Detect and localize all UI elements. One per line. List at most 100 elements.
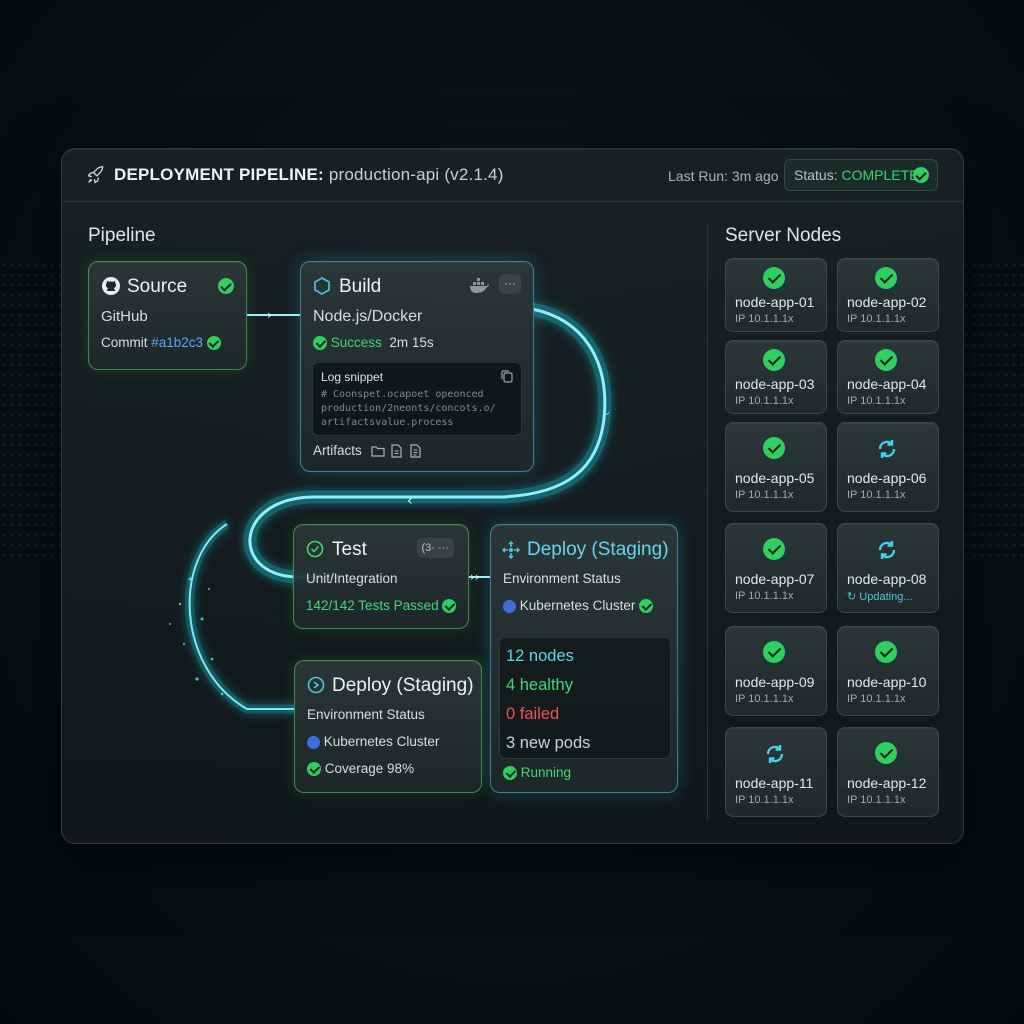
source-title: Source [127, 276, 188, 297]
node-name: node-app-09 [735, 674, 815, 690]
check-icon [503, 766, 517, 781]
node-name: node-app-01 [735, 294, 815, 310]
check-icon [763, 437, 785, 459]
check-icon [218, 278, 234, 294]
deploy-title: Deploy (Staging) [527, 539, 669, 560]
server-node-card[interactable]: node-app-05 IP 10.1.1.1x [725, 422, 827, 512]
status-value: COMPLETE [841, 167, 919, 183]
cluster-line: Kubernetes Cluster [503, 598, 654, 614]
background-pattern [0, 260, 70, 560]
commit-hash-link[interactable]: #a1b2c3 [151, 335, 203, 350]
deployment-pipeline-window: DEPLOYMENT PIPELINE: production-api (v2.… [61, 148, 964, 844]
check-icon [307, 762, 321, 777]
server-node-card[interactable]: node-app-10 IP 10.1.1.1x [837, 626, 939, 716]
network-icon [502, 541, 520, 559]
commit-label: Commit [101, 335, 148, 350]
node-ip: IP 10.1.1.1x [847, 794, 906, 806]
status-text: Status: COMPLETE [794, 167, 919, 183]
healthy-count: 4 healthy [506, 676, 573, 694]
sync-icon [875, 538, 899, 562]
server-node-card[interactable]: node-app-09 IP 10.1.1.1x [725, 626, 827, 716]
build-duration: 2m 15s [389, 335, 434, 350]
server-node-card[interactable]: node-app-07 IP 10.1.1.1x [725, 523, 827, 613]
nodes-count: 12 nodes [506, 647, 574, 665]
file-icon[interactable] [391, 444, 402, 458]
failed-count: 0 failed [506, 705, 560, 723]
check-icon [875, 267, 897, 289]
node-name: node-app-05 [735, 470, 815, 486]
check-icon [313, 336, 327, 351]
test-result: 142/142 Tests Passed [306, 598, 439, 613]
deploy-state: Running [520, 765, 572, 780]
cluster-line: Kubernetes Cluster [307, 734, 439, 749]
deploy-state-line: Running [503, 765, 572, 781]
github-icon [102, 277, 120, 295]
node-name: node-app-06 [847, 470, 927, 486]
node-state-icon [875, 742, 899, 766]
log-snippet-title: Log snippet [321, 370, 384, 384]
node-state-icon [763, 641, 787, 665]
node-ip: IP 10.1.1.1x [847, 395, 906, 407]
source-stage-card[interactable]: Source GitHub Commit #a1b2c3 [88, 261, 247, 370]
build-title: Build [339, 276, 382, 297]
status-badge: Status: COMPLETE [784, 159, 938, 191]
check-icon [763, 641, 785, 663]
server-node-card[interactable]: node-app-12 IP 10.1.1.1x [837, 727, 939, 817]
server-node-card[interactable]: node-app-08 ↻ Updating... [837, 523, 939, 613]
test-title: Test [332, 539, 367, 560]
copy-icon[interactable] [501, 370, 513, 383]
check-icon [875, 641, 897, 663]
deploy-secondary-title: Deploy (Staging) [332, 675, 474, 696]
node-ip: ↻ Updating... [847, 591, 913, 603]
node-name: node-app-08 [847, 571, 927, 587]
test-result-line: 142/142 Tests Passed [306, 598, 457, 614]
document-icon[interactable] [410, 444, 421, 458]
node-ip: IP 10.1.1.1x [847, 489, 906, 501]
artifacts-label: Artifacts [313, 443, 362, 458]
check-icon [206, 336, 221, 351]
commit-line: Commit #a1b2c3 [101, 335, 221, 351]
server-node-card[interactable]: node-app-03 IP 10.1.1.1x [725, 340, 827, 414]
check-icon [913, 167, 929, 183]
node-state-icon [875, 267, 899, 291]
docker-icon [470, 278, 489, 293]
check-icon [875, 742, 897, 764]
sync-icon [875, 437, 899, 461]
server-node-card[interactable]: node-app-11 IP 10.1.1.1x [725, 727, 827, 817]
node-ip: IP 10.1.1.1x [735, 489, 794, 501]
node-ip: IP 10.1.1.1x [735, 313, 794, 325]
check-icon [639, 599, 654, 614]
environment-status-label: Environment Status [307, 707, 425, 722]
more-options-button[interactable]: ··· [499, 274, 521, 294]
build-stage-card[interactable]: Build ··· Node.js/Docker Success 2m 15s … [300, 261, 534, 472]
server-node-card[interactable]: node-app-02 IP 10.1.1.1x [837, 258, 939, 332]
test-stage-card[interactable]: Test (3· ··· Unit/Integration 142/142 Te… [293, 524, 469, 629]
sync-icon [763, 742, 787, 766]
cluster-name: Kubernetes Cluster [519, 598, 636, 613]
svg-text:›: › [267, 308, 272, 322]
server-node-card[interactable]: node-app-06 IP 10.1.1.1x [837, 422, 939, 512]
test-badge: (3· [421, 542, 435, 554]
node-state-icon [763, 538, 787, 562]
node-state-icon [763, 267, 787, 291]
kubernetes-icon [307, 735, 320, 749]
log-snippet-panel: Log snippet # Coonspet.ocapoet opeonced … [312, 362, 522, 436]
package-icon [314, 277, 330, 295]
node-name: node-app-11 [735, 775, 814, 791]
server-nodes-section-title: Server Nodes [725, 225, 842, 246]
log-line: production/2neonts/concots.o/ [321, 403, 496, 414]
deploy-staging-card[interactable]: Deploy (Staging) Environment Status Kube… [490, 524, 678, 793]
node-ip: IP 10.1.1.1x [735, 590, 794, 602]
node-ip: IP 10.1.1.1x [735, 794, 794, 806]
check-icon [442, 599, 457, 614]
test-options-button[interactable]: (3· ··· [416, 538, 454, 558]
log-line: # Coonspet.ocapoet opeonced [321, 389, 484, 400]
folder-icon[interactable] [371, 445, 385, 457]
deploy-icon [307, 676, 325, 694]
deploy-staging-card-secondary[interactable]: Deploy (Staging) Environment Status Kube… [294, 660, 482, 793]
node-name: node-app-04 [847, 376, 927, 392]
server-node-card[interactable]: node-app-01 IP 10.1.1.1x [725, 258, 827, 332]
build-stack: Node.js/Docker [313, 308, 423, 325]
coverage-line: Coverage 98% [307, 761, 414, 777]
server-node-card[interactable]: node-app-04 IP 10.1.1.1x [837, 340, 939, 414]
